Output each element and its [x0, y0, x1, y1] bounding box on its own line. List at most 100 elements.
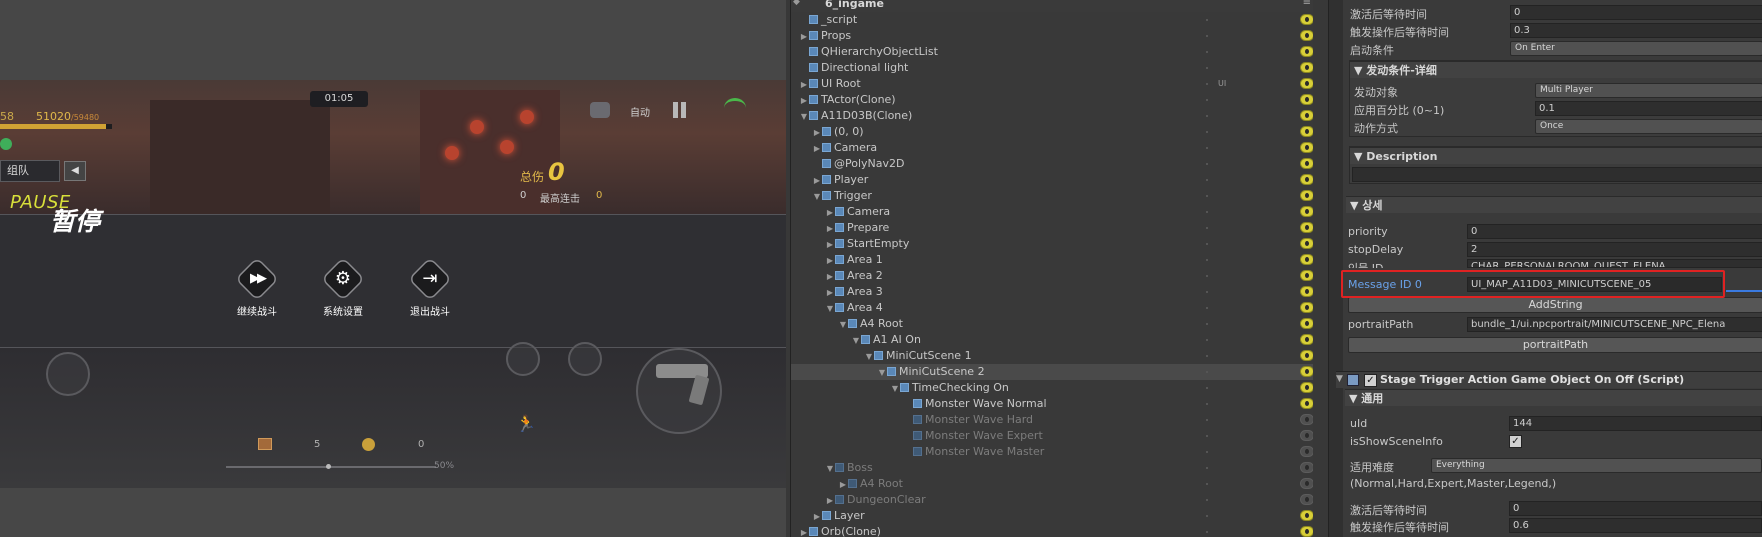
visibility-eye-icon[interactable] [1300, 414, 1313, 425]
priority-field[interactable]: 0 [1467, 224, 1762, 239]
visibility-eye-icon[interactable] [1300, 398, 1313, 409]
portrait-path-button[interactable]: portraitPath [1348, 337, 1762, 353]
hierarchy-item[interactable]: Directional light [791, 60, 1313, 76]
visibility-eye-icon[interactable] [1300, 126, 1313, 137]
hierarchy-item[interactable]: ▶ Orb(Clone) [791, 524, 1313, 537]
hierarchy-item[interactable]: ▼ TimeChecking On [791, 380, 1313, 396]
visibility-eye-icon[interactable] [1300, 14, 1313, 25]
collapse-arrow-icon[interactable]: ▶ [825, 221, 835, 237]
expand-arrow-icon[interactable]: ▼ [825, 301, 835, 317]
collapse-arrow-icon[interactable]: ▶ [825, 493, 835, 509]
party-button[interactable]: 组队 [0, 160, 60, 182]
start-condition-dropdown[interactable]: On Enter [1510, 41, 1762, 56]
wait-after-trigger-field[interactable]: 0.3 [1510, 23, 1762, 38]
hierarchy-scene-header[interactable]: ◆ 6_ingame ≡ [791, 0, 1313, 12]
hierarchy-item[interactable]: Monster Wave Normal [791, 396, 1313, 412]
auto-toggle[interactable]: 自动 [630, 104, 650, 119]
inspector-panel[interactable]: 激活后等待时间 0 触发操作后等待时间 0.3 启动条件 On Enter ▼ … [1328, 0, 1762, 537]
hierarchy-item[interactable]: _script [791, 12, 1313, 28]
visibility-eye-icon[interactable] [1300, 478, 1313, 489]
collapse-arrow-icon[interactable]: ▶ [799, 525, 809, 537]
visibility-eye-icon[interactable] [1300, 206, 1313, 217]
visibility-eye-icon[interactable] [1300, 318, 1313, 329]
visibility-eye-icon[interactable] [1300, 158, 1313, 169]
add-string-button[interactable]: AddString [1348, 297, 1762, 313]
hierarchy-item[interactable]: ▼ MiniCutScene 2 [791, 364, 1313, 380]
expand-arrow-icon[interactable]: ▼ [812, 189, 822, 205]
collapse-arrow-icon[interactable]: ▶ [825, 253, 835, 269]
message-id-field[interactable]: UI_MAP_A11D03_MINICUTSCENE_05 [1467, 277, 1722, 292]
difficulty-dropdown[interactable]: Everything [1431, 458, 1762, 473]
script-wait-after-trigger-field[interactable]: 0.6 [1509, 518, 1762, 533]
hierarchy-item[interactable]: ▼ Trigger [791, 188, 1313, 204]
collapse-arrow-icon[interactable]: ▶ [825, 237, 835, 253]
hierarchy-menu-icon[interactable]: ≡ [1303, 0, 1311, 8]
collapse-arrow-icon[interactable]: ▶ [825, 285, 835, 301]
dash-icon[interactable]: 🏃 [516, 414, 538, 436]
hierarchy-item[interactable]: QHierarchyObjectList [791, 44, 1313, 60]
visibility-eye-icon[interactable] [1300, 238, 1313, 249]
hierarchy-item[interactable]: Monster Wave Master [791, 444, 1313, 460]
hierarchy-item[interactable]: ▶ Area 3 [791, 284, 1313, 300]
visibility-eye-icon[interactable] [1300, 190, 1313, 201]
portrait-path-field[interactable]: bundle_1/ui.npcportrait/MINICUTSCENE_NPC… [1467, 317, 1762, 332]
hierarchy-item[interactable]: Monster Wave Hard [791, 412, 1313, 428]
party-collapse-button[interactable]: ◀ [64, 161, 86, 181]
collapse-arrow-icon[interactable]: ▶ [799, 29, 809, 45]
detail-header[interactable]: ▼ 상세 [1346, 196, 1762, 213]
visibility-eye-icon[interactable] [1300, 286, 1313, 297]
expand-arrow-icon[interactable]: ▼ [864, 349, 874, 365]
expand-arrow-icon[interactable]: ▼ [838, 317, 848, 333]
hierarchy-panel[interactable]: ◆ 6_ingame ≡ _script ▶ Props QHierarchyObje… [790, 0, 1313, 537]
visibility-eye-icon[interactable] [1300, 110, 1313, 121]
collapse-arrow-icon[interactable]: ▶ [812, 173, 822, 189]
expand-arrow-icon[interactable]: ▼ [851, 333, 861, 349]
wait-after-activate-field[interactable]: 0 [1510, 5, 1762, 20]
collapse-arrow-icon[interactable]: ▶ [825, 269, 835, 285]
visibility-eye-icon[interactable] [1300, 446, 1313, 457]
expand-arrow-icon[interactable]: ▼ [877, 365, 887, 381]
collapse-arrow-icon[interactable]: ▶ [799, 93, 809, 109]
skill-button[interactable] [568, 342, 602, 376]
visibility-eye-icon[interactable] [1300, 254, 1313, 265]
script-wait-after-activate-field[interactable]: 0 [1509, 501, 1762, 516]
general-header[interactable]: ▼ 通用 [1345, 389, 1762, 406]
hierarchy-item[interactable]: ▼ MiniCutScene 1 [791, 348, 1313, 364]
visibility-eye-icon[interactable] [1300, 494, 1313, 505]
hierarchy-item[interactable]: ▼ A1 AI On [791, 332, 1313, 348]
hierarchy-item[interactable]: @PolyNav2D [791, 156, 1313, 172]
chat-icon[interactable] [590, 102, 610, 118]
hierarchy-item[interactable]: ▼ Area 4 [791, 300, 1313, 316]
visibility-eye-icon[interactable] [1300, 142, 1313, 153]
description-header[interactable]: ▼ Description [1350, 147, 1762, 164]
expand-arrow-icon[interactable]: ▼ [799, 109, 809, 125]
visibility-eye-icon[interactable] [1300, 62, 1313, 73]
visibility-eye-icon[interactable] [1300, 222, 1313, 233]
hierarchy-item[interactable]: ▶ StartEmpty [791, 236, 1313, 252]
collapse-arrow-icon[interactable]: ▶ [799, 77, 809, 93]
hierarchy-item[interactable]: ▶ Area 2 [791, 268, 1313, 284]
visibility-eye-icon[interactable] [1300, 526, 1313, 537]
skill-button[interactable] [506, 342, 540, 376]
hierarchy-item[interactable]: ▶ DungeonClear [791, 492, 1313, 508]
description-field[interactable] [1352, 167, 1762, 182]
collapse-arrow-icon[interactable]: ▶ [825, 205, 835, 221]
collapse-arrow-icon[interactable]: ▶ [838, 477, 848, 493]
hierarchy-item[interactable]: ▶ Layer [791, 508, 1313, 524]
stop-delay-field[interactable]: 2 [1467, 242, 1762, 257]
visibility-eye-icon[interactable] [1300, 94, 1313, 105]
resume-battle-button[interactable]: ▶▶ [235, 257, 279, 301]
visibility-eye-icon[interactable] [1300, 430, 1313, 441]
hierarchy-item[interactable]: ▶ Camera [791, 140, 1313, 156]
character-id-field[interactable]: CHAR_PERSONALROOM_QUEST_ELENA [1467, 259, 1762, 268]
visibility-eye-icon[interactable] [1300, 510, 1313, 521]
visibility-eye-icon[interactable] [1300, 462, 1313, 473]
visibility-eye-icon[interactable] [1300, 270, 1313, 281]
visibility-eye-icon[interactable] [1300, 382, 1313, 393]
visibility-eye-icon[interactable] [1300, 30, 1313, 41]
hierarchy-item[interactable]: Monster Wave Expert [791, 428, 1313, 444]
script-component-header[interactable]: ▼ ✓ Stage Trigger Action Game Object On … [1336, 371, 1762, 388]
script-enabled-checkbox[interactable]: ✓ [1364, 374, 1377, 387]
foldout-arrow-icon[interactable]: ▼ [1336, 374, 1343, 384]
uid-field[interactable]: 144 [1509, 416, 1762, 431]
